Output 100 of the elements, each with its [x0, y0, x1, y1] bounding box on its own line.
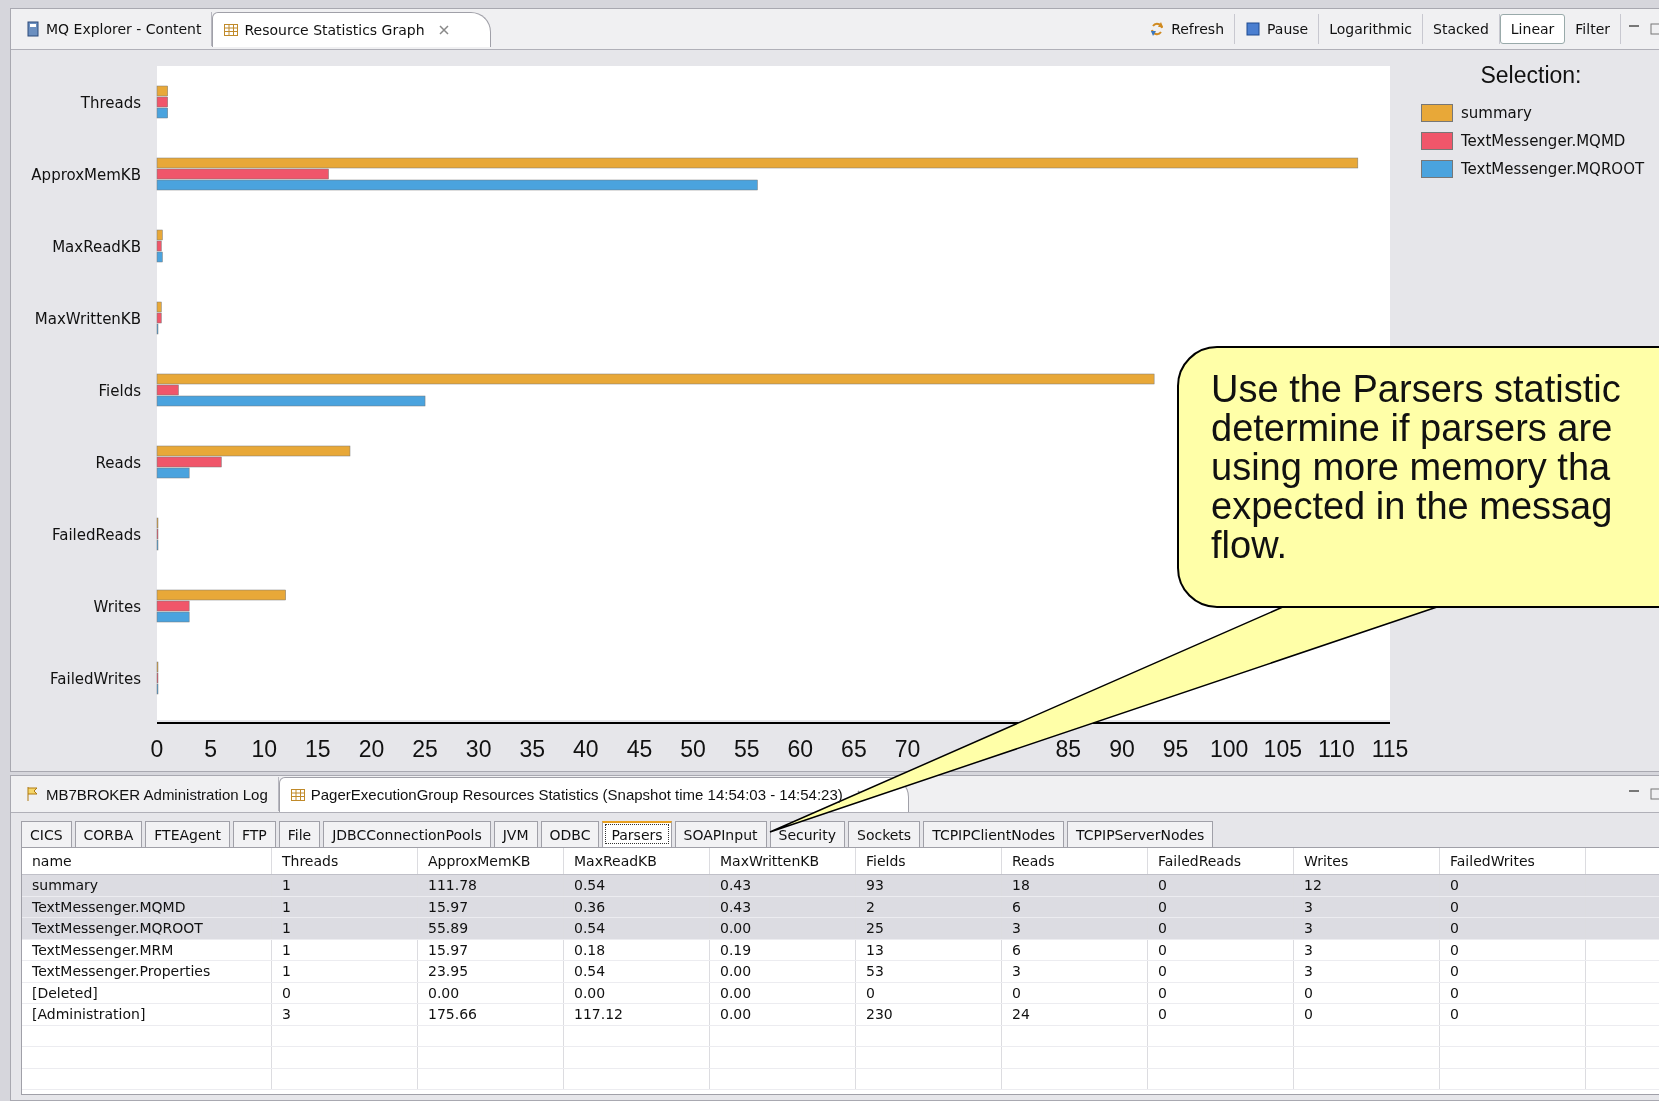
toolbar-button[interactable]: Stacked	[1423, 14, 1500, 44]
resource-tab[interactable]: FTP	[232, 821, 276, 847]
table-cell: 0.00	[564, 982, 710, 1003]
tick-label: 40	[573, 736, 599, 762]
tick-label: 45	[626, 736, 653, 762]
table-cell: 0.00	[710, 961, 856, 982]
table-cell: 93	[856, 875, 1002, 896]
column-header[interactable]: MaxWrittenKB	[710, 848, 856, 874]
tick-label: 115	[1371, 736, 1409, 762]
toolbar-button[interactable]: Linear	[1499, 14, 1566, 44]
view-tab[interactable]: MB7BROKER Administration Log	[15, 777, 279, 811]
table-cell: 23.95	[418, 961, 564, 982]
table-cell: 0.54	[564, 918, 710, 939]
table-cell: 0.19	[710, 939, 856, 960]
tick-label: 10	[251, 736, 277, 762]
tick-label: 70	[894, 736, 921, 762]
resource-tab[interactable]: CORBA	[74, 821, 143, 847]
table-cell: 0	[1440, 896, 1586, 917]
table-cell: 0	[1440, 982, 1586, 1003]
view-tab[interactable]: PagerExecutionGroup Resources Statistics (Snapshot time 14:54:03 - 14:54:23)	[278, 776, 909, 812]
tick-label: 5	[204, 736, 217, 762]
toolbar-button[interactable]: Refresh	[1139, 14, 1236, 44]
tick-label: 105	[1263, 736, 1302, 762]
close-icon[interactable]	[437, 23, 450, 36]
tick-label: 65	[841, 736, 867, 762]
resource-tab[interactable]: Parsers	[602, 821, 672, 847]
table-cell: 0	[1002, 982, 1148, 1003]
table-cell: 0	[1148, 896, 1294, 917]
table-row[interactable]: TextMessenger.MRM 1 15.97 0.18 0.19 13 6 0 3 0	[22, 939, 1659, 961]
tick-label: 15	[305, 736, 331, 762]
column-header[interactable]: Writes	[1294, 848, 1440, 874]
table-row[interactable]: [Administration] 3 175.66 117.12 0.00 230 24 0 0 0	[22, 1004, 1659, 1026]
legend-label: TextMessenger.MQMD	[1461, 132, 1626, 150]
table-cell: 6	[1002, 896, 1148, 917]
resource-tab[interactable]: CICS	[21, 821, 72, 847]
category-label: Writes	[93, 598, 141, 616]
table-row[interactable]: summary 1 111.78 0.54 0.43 93 18 0 12 0	[22, 875, 1659, 897]
table-cell: 175.66	[418, 1004, 564, 1025]
tick-label: 110	[1318, 736, 1355, 762]
table-row[interactable]: [Deleted] 0 0.00 0.00 0.00 0 0 0 0 0	[22, 982, 1659, 1004]
toolbar-button[interactable]: Logarithmic	[1319, 14, 1424, 44]
resource-tab[interactable]: JVM	[493, 821, 538, 847]
resource-tab[interactable]: ODBC	[540, 821, 600, 847]
tick-label: 100	[1210, 736, 1249, 762]
toolbar-button[interactable]: Filter	[1565, 14, 1621, 44]
category-label: Reads	[95, 454, 141, 472]
table-cell: 111.78	[418, 875, 564, 896]
column-header[interactable]: FailedReads	[1148, 848, 1294, 874]
table-cell: 53	[856, 961, 1002, 982]
resource-tab[interactable]: File	[278, 821, 321, 847]
view-tab[interactable]: Resource Statistics Graph	[212, 11, 491, 47]
stop-icon	[1245, 21, 1262, 37]
table-cell: 0.43	[710, 875, 856, 896]
table-cell: 0.00	[418, 982, 564, 1003]
column-header[interactable]: FailedWrites	[1440, 848, 1586, 874]
tick-label: 60	[787, 736, 814, 762]
column-header[interactable]: Fields	[856, 848, 1002, 874]
table-cell: 3	[1294, 896, 1440, 917]
chart-bar	[156, 85, 168, 97]
resource-tab[interactable]: Sockets	[848, 821, 921, 847]
column-header[interactable]: MaxReadKB	[564, 848, 710, 874]
tick-label: 95	[1162, 736, 1189, 762]
table-cell: 0	[1294, 982, 1440, 1003]
table-cell: 0	[1148, 939, 1294, 960]
table-cell: 1	[272, 896, 418, 917]
column-header[interactable]: Threads	[272, 848, 418, 874]
table-cell: 0	[856, 982, 1002, 1003]
window-controls-icon[interactable]	[1627, 787, 1659, 801]
table-icon	[289, 786, 306, 803]
tick-label: 0	[150, 736, 164, 762]
table-cell: 25	[856, 918, 1002, 939]
resource-tab[interactable]: FTEAgent	[145, 821, 230, 847]
table-cell: [Administration]	[22, 1004, 272, 1025]
table-cell: 15.97	[418, 896, 564, 917]
category-label: MaxWrittenKB	[34, 310, 141, 328]
chart-bar	[156, 96, 168, 108]
table-cell: 3	[272, 1004, 418, 1025]
table-row[interactable]: TextMessenger.MQROOT 1 55.89 0.54 0.00 25 3 0 3 0	[22, 918, 1659, 940]
table-row[interactable]: TextMessenger.Properties 1 23.95 0.54 0.00 53 3 0 3 0	[22, 961, 1659, 983]
resource-tab[interactable]: JDBCConnectionPools	[323, 821, 491, 847]
column-header[interactable]: Reads	[1002, 848, 1148, 874]
table-cell: 0.54	[564, 961, 710, 982]
table-cell: 0	[1440, 939, 1586, 960]
resource-tab[interactable]: TCPIPClientNodes	[923, 821, 1065, 847]
toolbar-button[interactable]: Pause	[1235, 14, 1320, 44]
category-label: ApproxMemKB	[31, 166, 141, 184]
column-header[interactable]: name	[22, 848, 272, 874]
table-cell: 1	[272, 875, 418, 896]
book-icon	[25, 21, 41, 37]
resource-tab[interactable]: TCPIPServerNodes	[1067, 821, 1214, 847]
table-row[interactable]: TextMessenger.MQMD 1 15.97 0.36 0.43 2 6 0 3 0	[22, 896, 1659, 918]
table-cell: 0.54	[564, 875, 710, 896]
resource-tab[interactable]: Security	[769, 821, 845, 847]
table-cell: 12	[1294, 875, 1440, 896]
column-header[interactable]: ApproxMemKB	[418, 848, 564, 874]
table-cell: 18	[1002, 875, 1148, 896]
resource-tab[interactable]: SOAPInput	[674, 821, 767, 847]
table-cell: summary	[22, 875, 272, 896]
window-controls-icon[interactable]	[1627, 22, 1659, 36]
table-cell: 24	[1002, 1004, 1148, 1025]
